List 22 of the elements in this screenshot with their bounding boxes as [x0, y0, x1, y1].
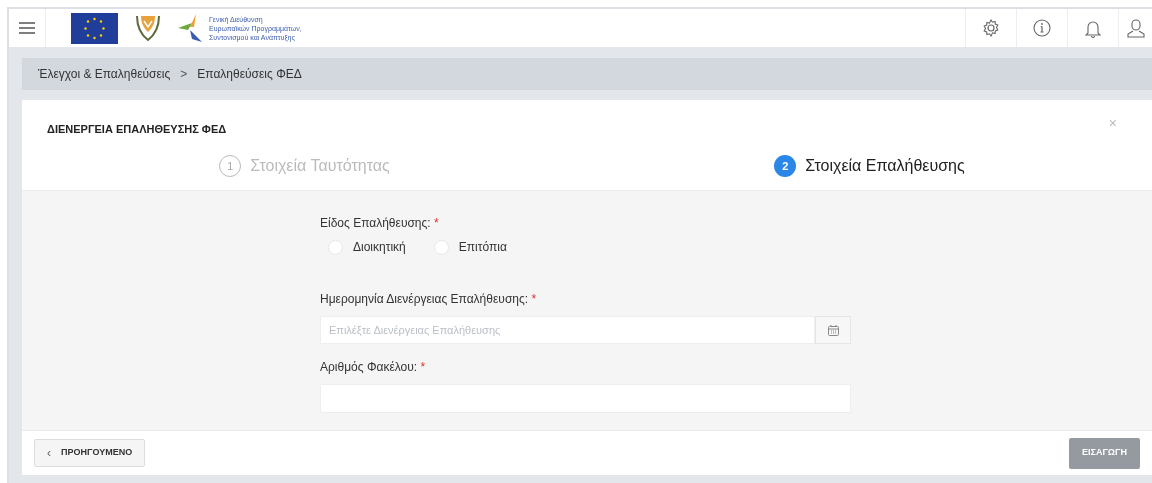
dialog-title: ΔΙΕΝΕΡΓΕΙΑ ΕΠΑΛΗΘΕΥΣΗΣ ΦΕΔ: [47, 122, 227, 137]
breadcrumb-item: Επαληθεύσεις ΦΕΔ: [197, 66, 302, 83]
breadcrumb-separator: >: [180, 66, 188, 83]
previous-button[interactable]: ‹ ΠΡΟΗΓΟΥΜΕΝΟ: [34, 439, 146, 467]
calendar-icon: [827, 324, 839, 336]
field-label: Ημερομηνία Διενέργειας Επαλήθευσης: *: [320, 291, 538, 308]
info-icon: [1033, 19, 1051, 37]
step-number: 2: [774, 155, 797, 177]
menu-icon: [19, 22, 35, 34]
flag-icon: [71, 12, 118, 44]
field-label: Αριθμός Φακέλου: *: [320, 359, 427, 376]
radio-label: Επιτόπια: [458, 239, 507, 256]
bell-icon: [1085, 18, 1101, 38]
user-icon: [1127, 18, 1145, 38]
settings-icon: [982, 19, 1000, 37]
step-tab[interactable]: Στοιχεία Επαλήθευσης: [805, 154, 965, 178]
date-field[interactable]: Επιλέξτε Διενέργειας Επαλήθευσης: [320, 316, 815, 344]
arrows-logo-icon: [178, 13, 205, 43]
radio-label: Διοικητική: [353, 239, 406, 256]
breadcrumb-link[interactable]: Έλεγχοι & Επαληθεύσεις: [38, 65, 171, 83]
field-label: Είδος Επαλήθευσης: *: [320, 215, 440, 232]
calendar-button[interactable]: [815, 316, 851, 344]
